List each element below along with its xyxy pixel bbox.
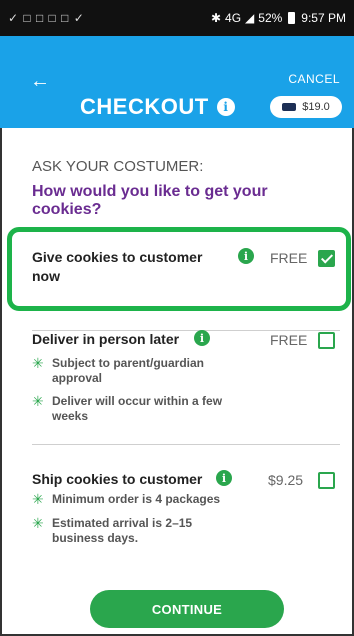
- status-bar: ✓ □ □ □ □ ✓ ✱ 4G ◢ 52% 9:57 PM: [0, 0, 354, 36]
- continue-button[interactable]: CONTINUE: [90, 590, 284, 628]
- app-bar: ← CANCEL CHECKOUT i $19.0: [0, 36, 354, 128]
- sparkle-icon: ✳: [32, 491, 44, 507]
- selection-highlight: [7, 227, 351, 311]
- cancel-button[interactable]: CANCEL: [288, 72, 340, 86]
- divider: [32, 444, 340, 445]
- page-title: CHECKOUT: [80, 94, 209, 119]
- cart-total: $19.0: [302, 101, 330, 113]
- bluetooth-icon: ✱: [210, 11, 222, 25]
- cart-icon: [282, 103, 297, 111]
- option-ship[interactable]: Ship cookies to customer i $9.25 ✳ Minim…: [32, 470, 340, 560]
- status-right: ✱ 4G ◢ 52% 9:57 PM: [211, 11, 346, 25]
- info-icon[interactable]: i: [194, 330, 210, 346]
- checkbox-unchecked[interactable]: [318, 472, 335, 489]
- list-item: ✳ Subject to parent/guardian approval: [32, 355, 205, 386]
- battery-icon: [288, 12, 296, 24]
- list-item: ✳ Deliver will occur within a few weeks: [32, 393, 223, 424]
- clock: 9:57 PM: [301, 11, 346, 25]
- option-title: Ship cookies to customer: [32, 471, 203, 487]
- option-title: Deliver in person later: [32, 331, 180, 347]
- sparkle-icon: ✳: [32, 515, 44, 531]
- sparkle-icon: ✳: [32, 355, 44, 371]
- cart-total-badge[interactable]: $19.0: [270, 96, 342, 118]
- option-price: FREE: [270, 332, 308, 348]
- ask-customer-label: ASK YOUR COSTUMER:: [32, 158, 204, 175]
- option-price: $9.25: [268, 472, 304, 488]
- list-item: ✳ Estimated arrival is 2–15 business day…: [32, 515, 193, 546]
- checkbox-unchecked[interactable]: [318, 332, 335, 349]
- info-icon[interactable]: i: [216, 470, 232, 486]
- title-group: CHECKOUT i: [80, 94, 235, 120]
- signal-bars-icon: ◢: [245, 11, 255, 25]
- delivery-question: How would you like to get your cookies?: [32, 183, 268, 218]
- info-icon[interactable]: i: [216, 98, 235, 116]
- back-arrow-icon[interactable]: ←: [30, 70, 50, 93]
- option-deliver-later[interactable]: Deliver in person later i FREE ✳ Subject…: [32, 330, 340, 430]
- list-item: ✳ Minimum order is 4 packages: [32, 491, 221, 507]
- sparkle-icon: ✳: [32, 393, 44, 409]
- battery-percent: 52%: [258, 11, 283, 25]
- signal-icon: 4G: [225, 11, 242, 25]
- notification-icons: ✓ □ □ □ □ ✓: [8, 11, 85, 25]
